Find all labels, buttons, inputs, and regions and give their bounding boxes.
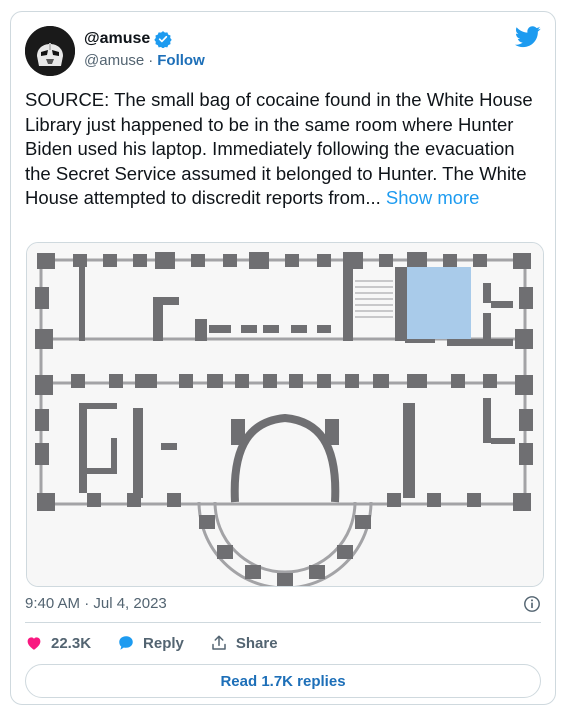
share-label: Share [235, 634, 278, 652]
follow-button[interactable]: Follow [157, 52, 205, 69]
stormtrooper-avatar-icon [25, 26, 75, 76]
author-display-name[interactable]: @amuse [84, 30, 150, 48]
reply-bubble-icon [119, 636, 133, 650]
read-replies-button[interactable]: Read 1.7K replies [25, 664, 541, 698]
share-button[interactable]: Share [210, 634, 278, 652]
author-name-row: @amuse [84, 30, 172, 48]
author-handle-row: @amuse · Follow [84, 52, 205, 69]
show-more-link[interactable]: Show more [386, 187, 480, 208]
heart-icon [27, 637, 41, 650]
verified-badge-icon [154, 31, 172, 48]
separator-dot: · [148, 52, 154, 69]
reply-label: Reply [143, 634, 184, 652]
read-replies-label: Read 1.7K replies [220, 672, 346, 690]
like-count: 22.3K [51, 634, 92, 652]
tweet-timestamp[interactable]: 9:40 AM · Jul 4, 2023 [25, 595, 167, 612]
avatar[interactable] [25, 26, 75, 76]
tweet-media-floorplan[interactable] [26, 242, 544, 587]
action-bar: 22.3K Reply Share [25, 634, 304, 652]
divider [25, 622, 541, 623]
tweet-card: @amuse @amuse · Follow SOURCE: The small b… [10, 11, 556, 705]
share-icon [212, 635, 226, 650]
reply-button[interactable]: Reply [117, 634, 184, 652]
tweet-text: SOURCE: The small bag of cocaine found i… [25, 88, 541, 211]
like-button[interactable]: 22.3K [25, 634, 91, 652]
author-handle[interactable]: @amuse [84, 52, 144, 69]
floor-plan-image [27, 243, 543, 586]
twitter-bird-icon[interactable] [515, 26, 541, 48]
info-icon[interactable] [523, 595, 541, 613]
